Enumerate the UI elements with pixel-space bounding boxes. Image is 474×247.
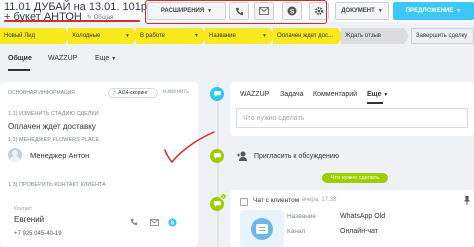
offer-label: ПРЕДЛОЖЕНИЕ: [405, 8, 454, 14]
phone-icon: [235, 7, 243, 15]
stage-label: Новый Лид: [4, 33, 35, 39]
rtab-wazzup[interactable]: WAZZUP: [240, 91, 269, 98]
trend-icon: ↗: [112, 90, 117, 96]
manager-name: Менеджер Антон: [30, 150, 90, 160]
skype-icon: S: [287, 6, 297, 16]
timeline-line: [217, 82, 219, 247]
field-stage-value[interactable]: Оплачен ждет доставку: [8, 122, 96, 131]
chevron-down-icon: ▼: [207, 8, 213, 14]
rtab-task[interactable]: Задача: [280, 91, 304, 98]
pin-icon[interactable]: [463, 196, 471, 207]
stage-wait-review[interactable]: Ждать отзыв: [341, 28, 409, 44]
chat-name-label: Название: [287, 213, 317, 220]
skype-icon[interactable]: S: [167, 217, 177, 227]
gear-icon: [315, 7, 323, 15]
document-button[interactable]: ДОКУМЕНТ ▼: [335, 2, 389, 20]
invite-to-discussion[interactable]: Пригласить к обсуждению: [236, 150, 339, 162]
stage-label: Название: [209, 33, 236, 39]
stage-paid[interactable]: Оплачен ждет дос...: [273, 28, 343, 44]
ai-scoring-badge[interactable]: ↗ AI24-скоринг: [108, 88, 158, 98]
offer-button[interactable]: ПРЕДЛОЖЕНИЕ ▼: [393, 2, 474, 20]
invite-text: Пригласить к обсуждению: [254, 152, 340, 160]
settings-button[interactable]: [309, 2, 329, 20]
stage-in-work[interactable]: В работе ▼: [136, 28, 207, 44]
change-link[interactable]: изменить: [163, 89, 189, 95]
extensions-button[interactable]: РАСШИРЕНИЯ ▼: [147, 2, 226, 20]
chevron-down-icon: ▼: [377, 8, 383, 14]
stage-name[interactable]: Название ▼: [205, 28, 275, 44]
chat-name-value: WhatsApp Old: [340, 213, 386, 220]
activity-editor: WAZZUP Задача Комментарий Еще ▼ Что нужн…: [230, 82, 474, 136]
contact-card[interactable]: Контакт Евгений +7 925 045-40-19 S: [8, 196, 190, 244]
chevron-down-icon: ▼: [111, 56, 117, 62]
chat-title: Чат с клиентом: [253, 197, 300, 204]
section-title: ОСНОВНАЯ ИНФОРМАЦИЯ: [8, 90, 75, 96]
svg-text:S: S: [170, 220, 174, 226]
chat-time: вчера, 17:38: [302, 197, 337, 203]
contact-type-label: Контакт: [14, 206, 33, 212]
chevron-down-icon: ▼: [194, 33, 199, 39]
tab-wazzup[interactable]: WAZZUP: [48, 55, 77, 62]
chevron-down-icon: ▼: [456, 8, 462, 14]
document-label: ДОКУМЕНТ: [341, 8, 375, 14]
chat-channel-label: Канал: [287, 228, 306, 235]
rtab-comment[interactable]: Комментарий: [313, 91, 357, 98]
mail-icon[interactable]: [149, 217, 159, 227]
deal-tabs: Общие WAZZUP Еще ▼: [0, 47, 474, 71]
chevron-down-icon: ▼: [262, 33, 267, 39]
chat-logo-icon: [251, 217, 273, 240]
svg-text:S: S: [290, 8, 295, 15]
active-tab-indicator: [8, 69, 30, 71]
main-info-panel: ОСНОВНАЯ ИНФОРМАЦИЯ ↗ AI24-скоринг измен…: [0, 82, 198, 247]
contact-name[interactable]: Евгений: [14, 215, 44, 224]
stage-cold[interactable]: Холодные ▼: [68, 28, 138, 44]
mail-button[interactable]: [254, 2, 274, 20]
phone-button[interactable]: [229, 2, 249, 20]
stage-label: Завершить сделку: [416, 33, 468, 39]
chat-bubble-icon: [210, 87, 224, 101]
ai-badge-label: AI24-скоринг: [118, 90, 148, 96]
extensions-label: РАСШИРЕНИЯ: [160, 8, 205, 14]
stage-new-lead[interactable]: Новый Лид: [0, 28, 70, 44]
field-stage-label: 1.1) ИЗМЕНИТЬ СТАДИЮ СДЕЛКИ: [8, 111, 99, 117]
open-channel-logo: [240, 210, 284, 247]
deal-header: 11.01 ДУБАЙ на 13.01. 101роза + букет АН…: [0, 0, 474, 23]
chevron-down-icon: ▼: [125, 33, 130, 39]
comment-bubble-icon: [210, 149, 224, 163]
rtab-more[interactable]: Еще ▼: [367, 91, 388, 98]
tab-more-label: Еще: [95, 55, 110, 62]
stage-label: Оплачен ждет дос...: [277, 33, 333, 39]
todo-pill[interactable]: Что нужно сделать: [322, 173, 388, 183]
avatar: [8, 148, 22, 162]
chat-activity-card[interactable]: Чат с клиентом вчера, 17:38 Название Wha…: [230, 190, 474, 247]
active-rtab-indicator: [367, 102, 383, 104]
skype-button[interactable]: S: [282, 2, 302, 20]
mail-icon: [259, 7, 269, 15]
stage-finish-deal[interactable]: Завершить сделку: [411, 28, 474, 44]
stage-label: Холодные: [72, 33, 101, 39]
chat-channel-value: Онлайн-чат: [340, 228, 378, 235]
annotation-underline: [4, 20, 140, 22]
field-manager-label: 1.2) МЕНЕДЖЕР FLOWERS PLACE: [8, 137, 100, 143]
tab-general[interactable]: Общие: [8, 55, 32, 62]
field-contact-label: 1.3) ПРОВЕРИТЬ КОНТАКТ КЛИЕНТА: [8, 182, 106, 188]
complete-checkbox[interactable]: [240, 198, 248, 206]
todo-input[interactable]: Что нужно сделать: [236, 108, 468, 128]
stage-label: Ждать отзыв: [345, 33, 381, 39]
manager-field[interactable]: Менеджер Антон: [8, 146, 158, 164]
chevron-down-icon: ▼: [383, 92, 389, 98]
stage-label: В работе: [140, 33, 166, 39]
stage-bar: Новый Лид Холодные ▼ В работе ▼ Название ▼ …: [0, 28, 474, 44]
contact-phone[interactable]: +7 925 045-40-19: [14, 231, 62, 237]
add-user-icon: [237, 151, 247, 161]
unread-count-badge: 1: [220, 193, 227, 200]
rtab-more-label: Еще: [367, 91, 382, 98]
tab-more[interactable]: Еще ▼: [95, 55, 116, 62]
phone-icon[interactable]: [129, 217, 139, 227]
